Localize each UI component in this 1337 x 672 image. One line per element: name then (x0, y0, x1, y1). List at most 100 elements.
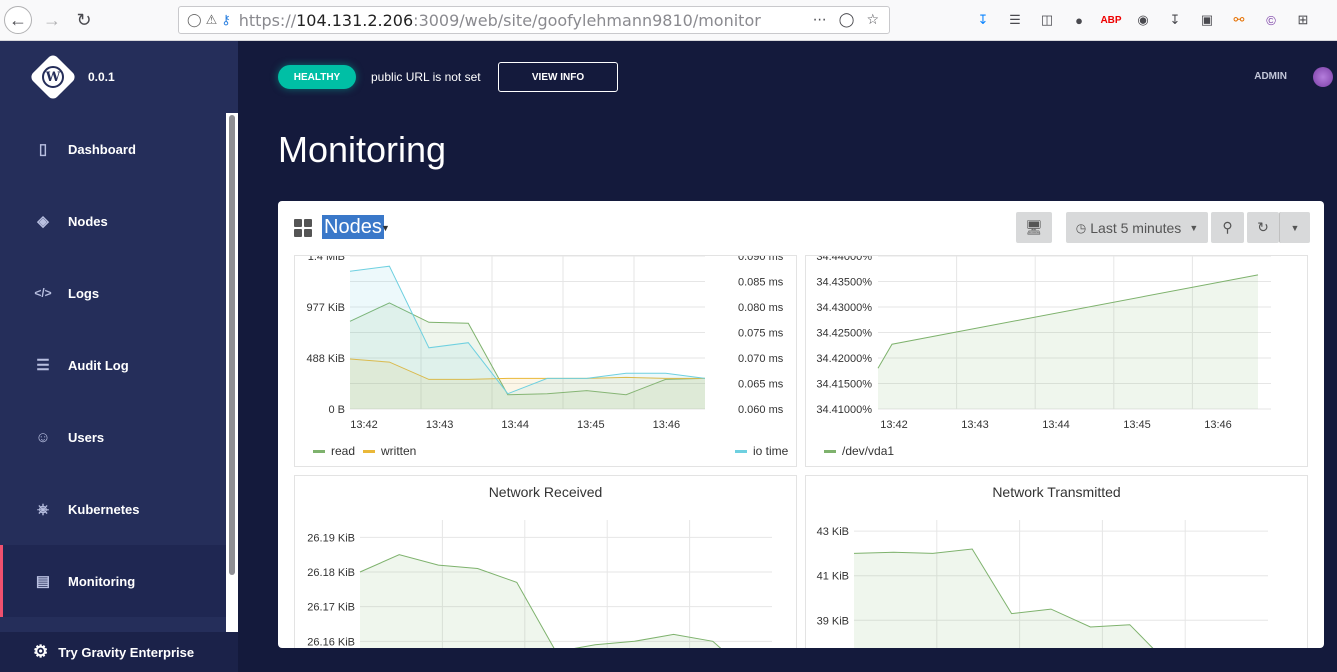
screenshot-icon[interactable]: ▣ (1196, 9, 1218, 31)
avatar[interactable] (1313, 67, 1333, 87)
key-icon[interactable]: ⚷ (221, 13, 231, 28)
sidebar-item-label: Logs (68, 285, 100, 301)
view-info-button[interactable]: VIEW INFO (498, 62, 618, 92)
public-url-text: public URL is not set (371, 70, 481, 84)
adblock-icon[interactable]: ABP (1100, 9, 1122, 31)
dashboard-grid-icon[interactable] (294, 219, 312, 237)
legend-swatch (735, 449, 747, 453)
sidebar-item-logs[interactable]: </> Logs (0, 257, 226, 329)
network-transmitted-panel: Network Transmitted 37 KiB39 KiB41 KiB43… (805, 475, 1308, 648)
y-tick-label-right: 0.065 ms (738, 379, 784, 391)
grafana-navbar: Nodes ▼ 🖥 ◷ Last 5 minutes ▼ ⚲ ↻ ▼ (278, 201, 1324, 255)
user-menu[interactable]: ADMIN (1254, 71, 1287, 82)
save-icon[interactable]: ↧ (1164, 9, 1186, 31)
crop-icon[interactable]: ⊞ (1292, 9, 1314, 31)
x-tick-label: 13:46 (1204, 419, 1232, 431)
code-icon: </> (34, 286, 52, 300)
legend-label: read (331, 444, 356, 458)
disk-usage-chart: 34.41000% 34.41500% 34.42000% 34.42500% 34.4… (816, 256, 1271, 431)
wordpress-logo-icon[interactable]: W (28, 52, 78, 102)
link-icon[interactable]: ⚯ (1228, 9, 1250, 31)
y-tick-label-right: 0.085 ms (738, 277, 784, 289)
monitor-icon: 🖥 (1025, 219, 1043, 235)
refresh-icon: ↻ (1257, 219, 1269, 235)
scrollbar-thumb[interactable] (229, 115, 235, 575)
disk-usage-panel: 34.41000% 34.41500% 34.42000% 34.42500% 34.4… (805, 255, 1308, 467)
address-bar[interactable]: ◯ ⚠ ⚷ https://104.131.2.206:3009/web/sit… (178, 6, 890, 34)
sidebar-item-dashboard[interactable]: ▯ Dashboard (0, 113, 226, 185)
y-tick-label: 34.42500% (816, 328, 872, 340)
sidebar-item-monitoring[interactable]: ▤ Monitoring (0, 545, 226, 617)
list-icon: ☰ (36, 357, 50, 374)
refresh-button[interactable]: ↻ (1247, 212, 1279, 243)
chart-icon: ▤ (35, 573, 51, 590)
search-icon: ⚲ (1222, 219, 1233, 235)
legend-io-time[interactable]: io time (735, 444, 788, 458)
shield-icon[interactable]: ◯ (187, 13, 202, 28)
legend-written[interactable]: written (363, 444, 416, 458)
reload-icon[interactable]: ↻ (70, 6, 98, 34)
disk-io-chart: 0 B 488 KiB 977 KiB 1.4 MiB 0.060 ms 0.065 ms… (306, 256, 784, 431)
gear-icon: ⚙ (33, 642, 49, 661)
sidebar-item-label: Dashboard (68, 141, 136, 157)
lock-warning-icon[interactable]: ⚠ (206, 13, 218, 28)
sidebar-icon[interactable]: ◫ (1036, 9, 1058, 31)
browser-toolbar: ← → ↻ ◯ ⚠ ⚷ https://104.131.2.206:3009/w… (0, 0, 1337, 41)
y-tick-label: 34.41500% (816, 379, 872, 391)
bookmark-star-icon[interactable]: ☆ (866, 12, 879, 28)
series-io-time-area (350, 266, 705, 409)
back-arrow-icon[interactable]: ← (4, 6, 32, 34)
x-tick-label: 13:43 (961, 419, 989, 431)
sidebar-item-users[interactable]: ☺ Users (0, 401, 226, 473)
forward-arrow-icon[interactable]: → (38, 6, 66, 34)
sidebar-item-label: Nodes (68, 213, 108, 229)
main-content: HEALTHY public URL is not set VIEW INFO … (238, 41, 1337, 672)
sidebar-item-audit-log[interactable]: ☰ Audit Log (0, 329, 226, 401)
sidebar-item-label: Users (68, 429, 105, 445)
sidebar-scrollbar[interactable] (226, 113, 238, 633)
pocket-icon[interactable]: ◯ (839, 12, 855, 28)
tablet-icon: ▯ (38, 141, 48, 158)
tv-mode-button[interactable]: 🖥 (1016, 212, 1052, 243)
legend-label: /dev/vda1 (842, 444, 895, 458)
download-icon[interactable]: ↧ (972, 9, 994, 31)
x-tick-label: 13:44 (1042, 419, 1070, 431)
y-tick-label: 26.17 KiB (307, 602, 355, 614)
legend-swatch (363, 449, 375, 453)
sidebar-item-nodes[interactable]: ◈ Nodes (0, 185, 226, 257)
sidebar-item-label: Monitoring (68, 573, 136, 589)
legend-read[interactable]: read (313, 444, 355, 458)
y-tick-label: 26.16 KiB (307, 636, 355, 648)
account-icon[interactable]: ● (1068, 9, 1090, 31)
sidebar-item-kubernetes[interactable]: ⎈ Kubernetes (0, 473, 226, 545)
page-title: Monitoring (278, 129, 447, 170)
grafana-dashboard: Nodes ▼ 🖥 ◷ Last 5 minutes ▼ ⚲ ↻ ▼ 0 B 48… (278, 201, 1324, 648)
time-range-picker[interactable]: ◷ Last 5 minutes ▼ (1066, 212, 1208, 243)
copyright-icon[interactable]: © (1260, 9, 1282, 31)
clock-icon: ◷ (1075, 220, 1087, 235)
refresh-interval-dropdown[interactable]: ▼ (1279, 212, 1310, 243)
legend-label: written (381, 444, 417, 458)
extension-icon[interactable]: ◉ (1132, 9, 1154, 31)
users-icon: ☺ (35, 428, 51, 446)
status-badge: HEALTHY (278, 65, 356, 89)
try-enterprise-link[interactable]: ⚙ Try Gravity Enterprise (0, 632, 238, 672)
x-tick-label: 13:43 (426, 419, 454, 431)
time-range-label: Last 5 minutes (1090, 219, 1182, 236)
caret-down-icon: ▼ (1290, 222, 1300, 233)
legend-swatch (313, 449, 325, 453)
network-received-panel: Network Received 26.15 KiB26.16 KiB26.17… (294, 475, 797, 648)
legend-label: io time (753, 444, 789, 458)
zoom-out-button[interactable]: ⚲ (1211, 212, 1244, 243)
y-tick-label: 39 KiB (817, 615, 849, 627)
series-network-area (360, 554, 721, 648)
caret-down-icon: ▼ (1189, 222, 1199, 233)
caret-down-icon[interactable]: ▼ (381, 223, 390, 233)
x-tick-label: 13:45 (1123, 419, 1151, 431)
dashboard-picker[interactable]: Nodes (322, 215, 384, 239)
more-options-icon[interactable]: ⋯ (813, 12, 827, 28)
y-tick-label: 34.43000% (816, 302, 872, 314)
library-icon[interactable]: ☰ (1004, 9, 1026, 31)
legend-dev-vda1[interactable]: /dev/vda1 (824, 444, 894, 458)
app-version: 0.0.1 (88, 70, 115, 84)
